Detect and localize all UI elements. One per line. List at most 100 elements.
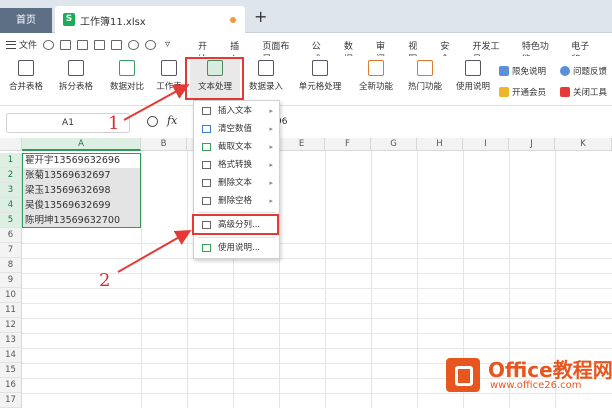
tag-icon [499, 66, 509, 76]
row-header-12[interactable]: 12 [0, 318, 22, 333]
delete-spaces-item[interactable]: 删除空格 ▸ [194, 193, 279, 209]
tab-bar: 首页 S 工作簿11.xlsx + [0, 0, 612, 33]
chevron-right-icon: ▸ [269, 161, 273, 169]
column-header-g[interactable]: G [371, 138, 417, 151]
question-icon [560, 66, 570, 76]
insert-text-item[interactable]: 插入文本 ▸ [194, 103, 279, 119]
menu-divider [198, 237, 275, 238]
wps-spreadsheet-window: 首页 S 工作簿11.xlsx + 文件 ▿ 开始 插入 页面布局 公式 数据 [0, 0, 612, 408]
select-all-corner[interactable] [0, 138, 22, 151]
redo-icon[interactable] [145, 39, 157, 50]
export-icon[interactable] [77, 39, 89, 50]
unsaved-dot-icon[interactable] [230, 17, 236, 23]
text-processing-dropdown: 插入文本 ▸ 清空数值 ▸ 截取文本 ▸ 格式转换 ▸ 删除文本 ▸ 删除空格 … [193, 100, 280, 259]
gridline [417, 151, 418, 408]
logo-title: Office教程网 [488, 358, 612, 382]
chevron-right-icon: ▸ [269, 107, 273, 115]
row-header-3[interactable]: 3 [0, 183, 22, 198]
tab-home[interactable]: 首页 [0, 8, 52, 33]
free-trial-info-link[interactable]: 限免说明 [499, 65, 546, 77]
data-compare-button[interactable]: 数据对比 [104, 58, 150, 100]
column-header-h[interactable]: H [417, 138, 463, 151]
row-header-9[interactable]: 9 [0, 273, 22, 288]
clear-values-item[interactable]: 清空数值 ▸ [194, 121, 279, 137]
close-tools-link[interactable]: 关闭工具 [560, 86, 607, 98]
print-icon[interactable] [94, 39, 106, 50]
cell-processing-button[interactable]: 单元格处理 [291, 58, 349, 100]
insert-text-icon [202, 107, 211, 115]
format-icon [202, 161, 211, 169]
row-header-14[interactable]: 14 [0, 348, 22, 363]
office-logo-icon [446, 358, 480, 392]
fx-button[interactable]: fx [167, 114, 177, 127]
open-membership-link[interactable]: 开通会员 [499, 86, 546, 98]
extract-text-item[interactable]: 截取文本 ▸ [194, 139, 279, 155]
new-tab-button[interactable]: + [254, 9, 267, 25]
feedback-link[interactable]: 问题反馈 [560, 65, 607, 77]
row-header-4[interactable]: 4 [0, 198, 22, 213]
text-processing-highlight [185, 57, 244, 100]
chevron-right-icon: ▸ [269, 143, 273, 151]
close-icon [560, 87, 570, 97]
row-header-7[interactable]: 7 [0, 243, 22, 258]
row-header-1[interactable]: 1 [0, 153, 22, 168]
row-header-16[interactable]: 16 [0, 378, 22, 393]
merge-tables-button[interactable]: 合并表格 [4, 58, 48, 100]
row-header-8[interactable]: 8 [0, 258, 22, 273]
row-header-17[interactable]: 17 [0, 393, 22, 408]
usage-guide-button[interactable]: 使用说明 [452, 58, 494, 100]
data-entry-button[interactable]: 数据录入 [244, 58, 288, 100]
gridline [325, 151, 326, 408]
column-header-b[interactable]: B [141, 138, 187, 151]
tab-workbook[interactable]: S 工作簿11.xlsx [55, 6, 245, 33]
new-features-button[interactable]: 全新功能 [353, 58, 399, 100]
new-features-icon [368, 60, 384, 76]
column-header-i[interactable]: I [463, 138, 509, 151]
row-header-15[interactable]: 15 [0, 363, 22, 378]
office26-logo: Office教程网 www.office26.com [446, 354, 612, 408]
step-2-label: 2 [99, 270, 111, 291]
column-header-k[interactable]: K [555, 138, 612, 151]
column-header-j[interactable]: J [509, 138, 555, 151]
extract-icon [202, 143, 211, 151]
column-header-f[interactable]: F [325, 138, 371, 151]
worksheet-button[interactable]: 工作表 [154, 58, 184, 100]
row-header-6[interactable]: 6 [0, 228, 22, 243]
file-menu[interactable]: 文件 [19, 38, 37, 51]
gridline [22, 348, 612, 349]
save-icon[interactable] [60, 39, 72, 50]
zoom-icon[interactable] [147, 116, 158, 127]
row-header-13[interactable]: 13 [0, 333, 22, 348]
column-header-e[interactable]: E [279, 138, 325, 151]
row-header-10[interactable]: 10 [0, 288, 22, 303]
gridline [22, 243, 612, 244]
compare-icon [119, 60, 135, 76]
row-header-2[interactable]: 2 [0, 168, 22, 183]
gridline [371, 151, 372, 408]
format-convert-item[interactable]: 格式转换 ▸ [194, 157, 279, 173]
row-header-5[interactable]: 5 [0, 213, 22, 228]
chevron-down-icon[interactable] [43, 39, 55, 50]
usage-guide-item[interactable]: 使用说明... [194, 240, 279, 256]
hot-icon [417, 60, 433, 76]
step-1-label: 1 [108, 113, 120, 134]
undo-icon[interactable] [128, 39, 140, 50]
column-header-a[interactable]: A [22, 138, 141, 151]
menu-bar: 文件 ▿ 开始 插入 页面布局 公式 数据 审阅 视图 安全 开发工具 特色功能… [0, 34, 612, 65]
print-preview-icon[interactable] [111, 39, 123, 50]
cell-processing-icon [312, 60, 328, 76]
popular-features-button[interactable]: 热门功能 [402, 58, 448, 100]
gridline [22, 303, 612, 304]
chevron-right-icon: ▸ [269, 125, 273, 133]
customize-chevron-icon[interactable]: ▿ [162, 39, 173, 50]
hamburger-icon[interactable] [6, 40, 16, 49]
tab-workbook-label: 工作簿11.xlsx [80, 17, 146, 28]
gridline [187, 151, 188, 408]
chevron-right-icon: ▸ [269, 197, 273, 205]
gridline [22, 333, 612, 334]
row-header-11[interactable]: 11 [0, 303, 22, 318]
delete-text-item[interactable]: 删除文本 ▸ [194, 175, 279, 191]
gridline [141, 151, 142, 408]
quick-access: 文件 ▿ [6, 38, 176, 51]
split-tables-button[interactable]: 拆分表格 [52, 58, 100, 100]
